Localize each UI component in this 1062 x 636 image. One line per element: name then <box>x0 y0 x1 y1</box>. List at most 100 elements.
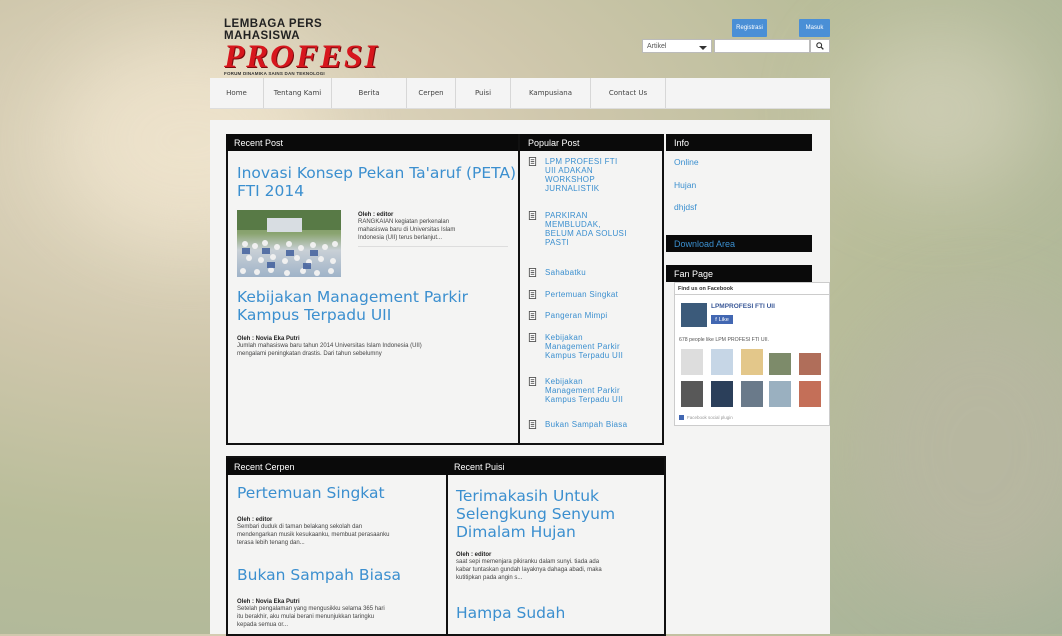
search-button[interactable] <box>810 39 830 53</box>
cerpen-title[interactable]: Bukan Sampah Biasa <box>237 566 401 584</box>
cerpen-excerpt-line: mendengarkan musik kesukaanku, membuat p… <box>237 532 390 538</box>
popular-post-item[interactable]: PARKIRAN MEMBLUDAK, BELUM ADA SOLUSI PASTI <box>528 211 627 247</box>
puisi-excerpt-line: kabar tuntaskan gundah layaknya dahaga a… <box>456 567 602 573</box>
post-excerpt-line: Jumlah mahasiswa baru tahun 2014 Univers… <box>237 343 422 349</box>
fan-avatar[interactable] <box>799 381 821 407</box>
facebook-plugin-label: Facebook social plugin <box>687 415 733 420</box>
cerpen-summary: Oleh : Novia Eka Putri Setelah pengalama… <box>237 599 447 629</box>
popular-post-item[interactable]: Kebijakan Management Parkir Kampus Terpadu… <box>528 377 623 404</box>
fan-avatar[interactable] <box>741 381 763 407</box>
cerpen-excerpt-line: Setelah pengalaman yang mengusikku selam… <box>237 606 385 612</box>
nav-item-tentang-kami[interactable]: Tentang Kami <box>264 78 332 108</box>
post-excerpt-line: RANGKAIAN kegiatan perkenalan <box>358 219 450 225</box>
cerpen-title[interactable]: Pertemuan Singkat <box>237 484 385 502</box>
popular-post-label: BELUM ADA SOLUSI <box>545 229 627 238</box>
facebook-find-text: Find us on Facebook <box>675 283 829 295</box>
fan-page-heading: Fan Page <box>666 265 812 282</box>
puisi-excerpt-line: kutitipkan pada angin s... <box>456 575 523 581</box>
download-area-heading[interactable]: Download Area <box>666 235 812 252</box>
fan-avatar[interactable] <box>769 353 791 375</box>
popular-post-label: Kampus Terpadu UII <box>545 395 624 404</box>
fan-avatar[interactable] <box>681 381 703 407</box>
info-link[interactable]: Hujan <box>674 180 696 190</box>
info-link[interactable]: dhjdsf <box>674 202 697 212</box>
popular-post-heading: Popular Post <box>520 134 664 151</box>
recent-post-heading: Recent Post <box>226 134 528 151</box>
search-input[interactable] <box>714 39 810 53</box>
nav-item-contact-us[interactable]: Contact Us <box>591 78 666 108</box>
document-icon <box>528 290 537 299</box>
puisi-title[interactable]: Hampa Sudah <box>456 604 565 622</box>
popular-post-label: Kampus Terpadu UII <box>545 351 624 360</box>
document-icon <box>528 211 537 220</box>
post-title-line: Kebijakan Management Parkir <box>237 288 469 306</box>
popular-post-column: Popular Post LPM PROFESI FTI UII ADAKAN WO… <box>518 134 664 445</box>
popular-post-label: Bukan Sampah Biasa <box>545 420 628 429</box>
content-panel: Recent Post Inovasi Konsep Pekan Ta'aruf… <box>210 120 830 636</box>
recent-puisi-heading: Recent Puisi <box>446 458 664 475</box>
fan-avatar[interactable] <box>769 381 791 407</box>
register-button[interactable]: Registrasi <box>732 19 767 37</box>
popular-post-item[interactable]: Kebijakan Management Parkir Kampus Terpadu… <box>528 333 623 360</box>
popular-post-label: Sahabatku <box>545 268 586 277</box>
login-button[interactable]: Masuk <box>799 19 830 37</box>
nav-item-home[interactable]: Home <box>210 78 264 108</box>
post-title[interactable]: Inovasi Konsep Pekan Ta'aruf (PETA) FTI … <box>237 164 516 200</box>
popular-post-item[interactable]: Pertemuan Singkat <box>528 290 618 299</box>
popular-post-item[interactable]: Pangeran Mimpi <box>528 311 607 320</box>
cerpen-excerpt-line: itu berakhir, aku mulai berani menunjukk… <box>237 614 375 620</box>
like-icon: f <box>715 316 717 323</box>
nav-item-cerpen[interactable]: Cerpen <box>407 78 456 108</box>
cerpen-excerpt-line: terasa lebih tenang dan... <box>237 540 305 546</box>
facebook-widget: Find us on Facebook LPMPROFESI FTI UII f… <box>674 282 830 426</box>
page-container: LEMBAGA PERS MAHASISWA PROFESI FORUM DIN… <box>210 0 830 636</box>
puisi-title-line: Selengkung Senyum <box>456 505 616 523</box>
post-title-line: FTI 2014 <box>237 182 305 200</box>
document-icon <box>528 268 537 277</box>
document-icon <box>528 377 537 386</box>
popular-post-label: UII ADAKAN <box>545 166 593 175</box>
post-thumbnail[interactable] <box>237 210 341 277</box>
popular-post-label: WORKSHOP <box>545 175 595 184</box>
popular-post-label: Kebijakan <box>545 333 583 342</box>
cerpen-excerpt-line: kepada semua or... <box>237 622 289 628</box>
recent-cerpen-heading: Recent Cerpen <box>226 458 446 475</box>
popular-post-label: MEMBLUDAK, <box>545 220 601 229</box>
popular-post-item[interactable]: Sahabatku <box>528 268 586 277</box>
post-excerpt-line: mahasiswa baru di Universitas Islam <box>358 227 456 233</box>
background-glow <box>840 30 1040 190</box>
popular-post-item[interactable]: Bukan Sampah Biasa <box>528 420 627 429</box>
document-icon <box>528 311 537 320</box>
facebook-like-button[interactable]: f Like <box>711 315 733 324</box>
search-category-value: Artikel <box>647 42 667 50</box>
puisi-title[interactable]: Terimakasih Untuk Selengkung Senyum Dima… <box>456 487 615 541</box>
fan-avatar[interactable] <box>711 349 733 375</box>
fan-avatar[interactable] <box>741 349 763 375</box>
popular-post-label: PASTI <box>545 238 570 247</box>
fan-avatar[interactable] <box>681 349 703 375</box>
facebook-icon <box>679 415 684 420</box>
main-nav: Home Tentang Kami Berita Cerpen Puisi Ka… <box>210 78 830 109</box>
site-logo[interactable]: LEMBAGA PERS MAHASISWA PROFESI FORUM DIN… <box>224 18 384 76</box>
facebook-page-name[interactable]: LPMPROFESI FTI UII <box>711 303 775 310</box>
post-excerpt-line: Indonesia (UII) terus berlanjut... <box>358 235 443 241</box>
divider <box>358 246 508 247</box>
popular-post-label: Pertemuan Singkat <box>545 290 619 299</box>
puisi-title-line: Terimakasih Untuk <box>456 487 600 505</box>
fan-avatar[interactable] <box>711 381 733 407</box>
popular-post-label: LPM PROFESI FTI <box>545 157 618 166</box>
popular-post-label: JURNALISTIK <box>545 184 600 193</box>
post-title[interactable]: Kebijakan Management Parkir Kampus Terpa… <box>237 288 468 324</box>
nav-item-puisi[interactable]: Puisi <box>456 78 511 108</box>
search-category-select[interactable]: Artikel <box>642 39 712 53</box>
nav-item-kampusiana[interactable]: Kampusiana <box>511 78 591 108</box>
post-excerpt-line: mengalami peningkatan drastis. Dari tahu… <box>237 351 382 357</box>
page-avatar[interactable] <box>681 303 707 327</box>
fan-avatar[interactable] <box>799 353 821 375</box>
popular-post-label: PARKIRAN <box>545 211 588 220</box>
nav-item-berita[interactable]: Berita <box>332 78 407 108</box>
info-link[interactable]: Online <box>674 157 699 167</box>
background-glow <box>850 300 1062 600</box>
post-title-line: Inovasi Konsep Pekan Ta'aruf (PETA) <box>237 164 517 182</box>
popular-post-item[interactable]: LPM PROFESI FTI UII ADAKAN WORKSHOP JURNALI… <box>528 157 618 193</box>
